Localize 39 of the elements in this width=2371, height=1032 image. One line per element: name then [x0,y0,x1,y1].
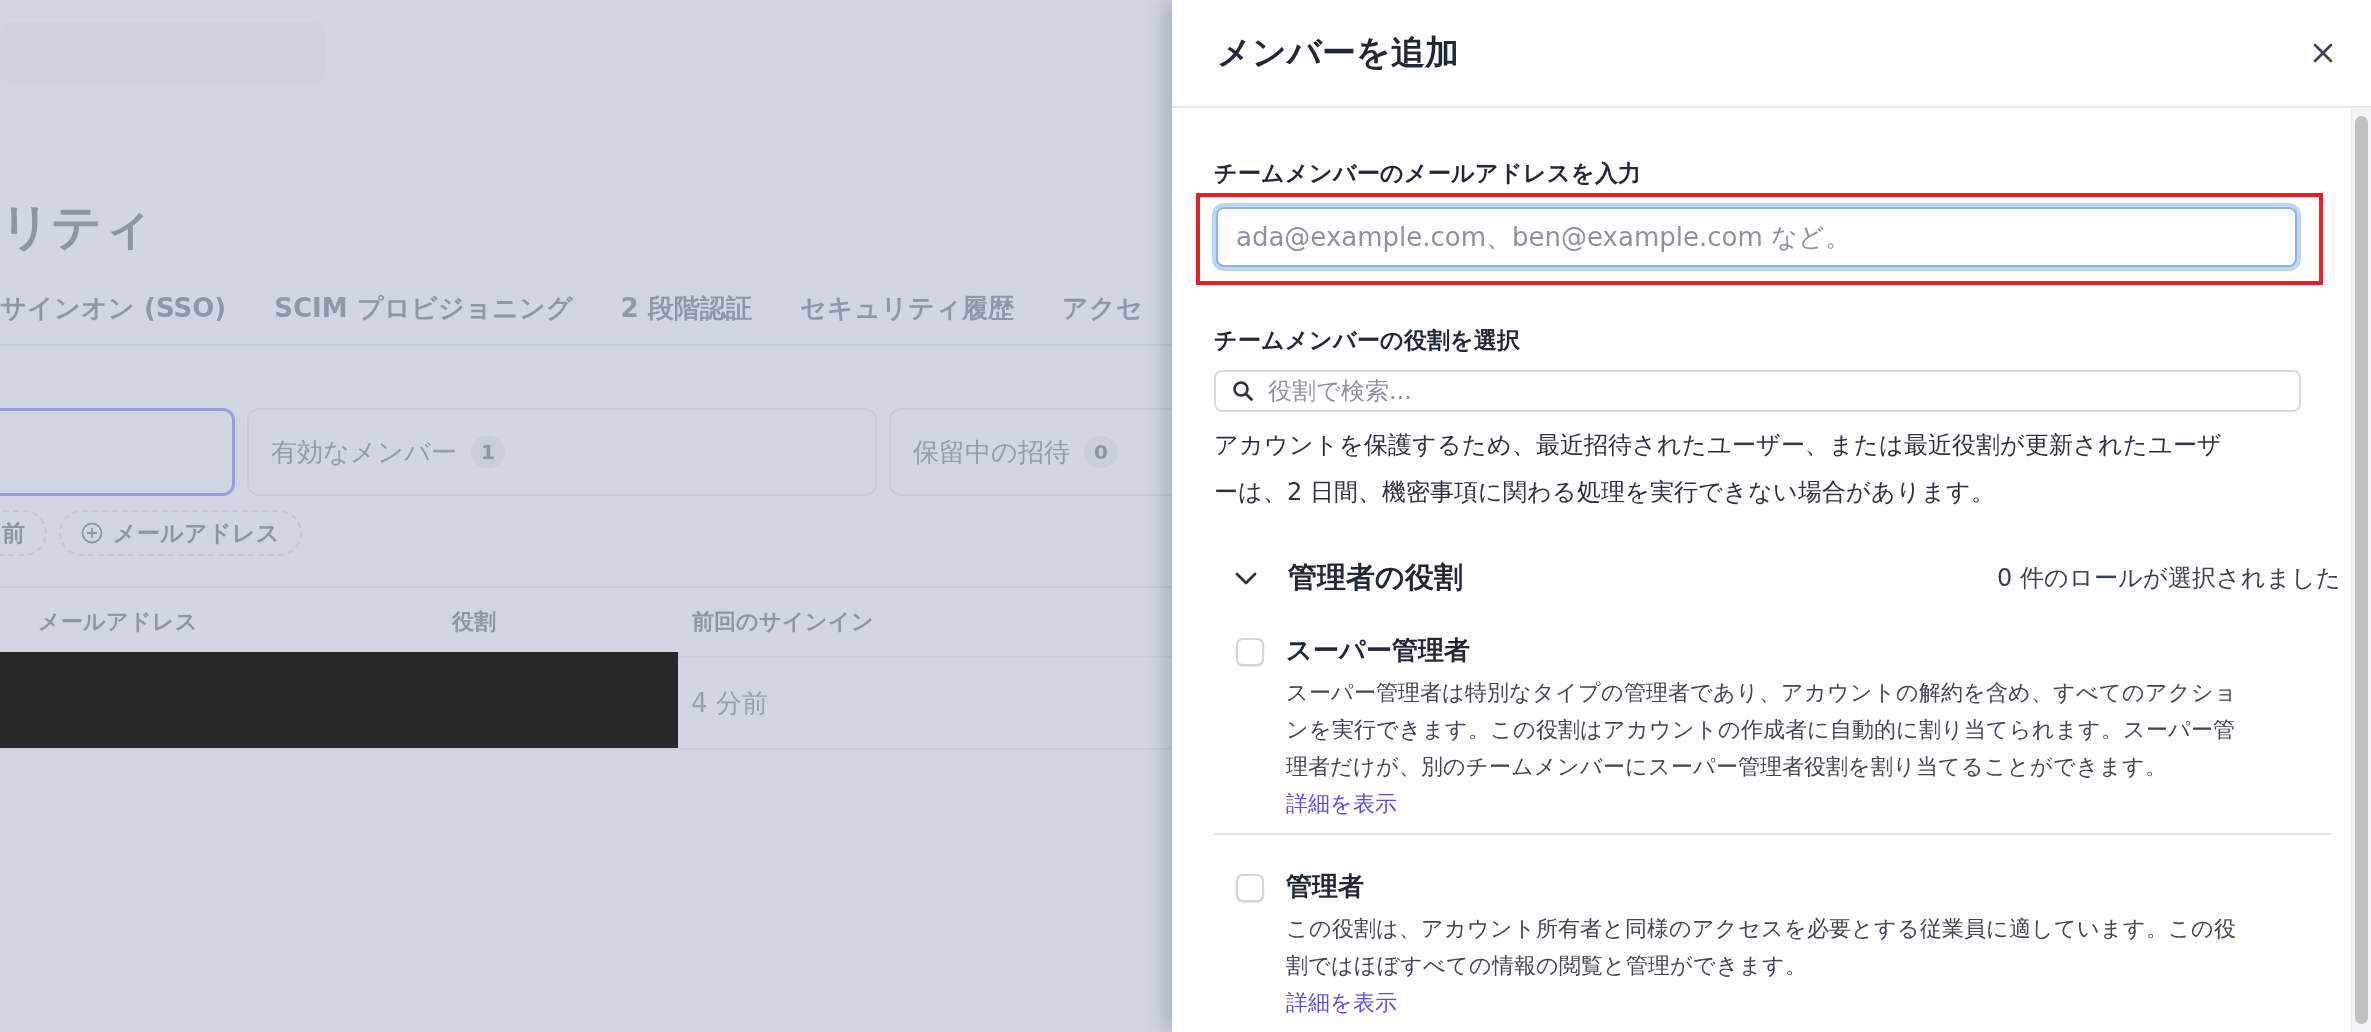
scrollbar-thumb[interactable] [2355,116,2368,1024]
count-badge: 1 [471,436,505,468]
filter-chip[interactable]: メールアドレス [59,510,302,556]
details-link[interactable]: 詳細を表示 [1286,789,1397,819]
column-header: メールアドレス [37,608,199,636]
field-label: チームメンバーの役割を選択 [1214,326,1521,355]
filter-card[interactable] [0,408,235,496]
tab[interactable]: アクセ [1061,291,1143,326]
tab[interactable]: SCIM プロビジョニング [274,291,573,326]
role-description: この役割は、アカウント所有者と同様のアクセスを必要とする従業員に適しています。この役割ではほぼすべての情報の閲覧と管理ができます。 [1286,915,2237,980]
role-checkbox[interactable] [1236,874,1264,902]
filter-chip[interactable]: 前 [0,510,47,556]
column-header: 役割 [452,608,497,636]
tab[interactable]: サインオン (SSO) [0,291,227,326]
plus-circle-icon [81,522,103,544]
role-search-field[interactable]: 役割で検索... [1214,370,2301,413]
close-icon [2311,41,2335,65]
tab[interactable]: セキュリティ履歴 [799,291,1014,326]
column-header: 前回のサインイン [692,608,875,636]
count-badge: 0 [1084,436,1118,468]
page-title: リティ [0,197,154,258]
panel-title: メンバーを追加 [1217,31,1459,74]
role-description: スーパー管理者は特別なタイプの管理者であり、アカウントの解約を含め、すべてのアクションを実行できます。この役割はアカウントの作成者に自動的に割り当てられます。スーパー管理者だけが、別のチームメンバーにスーパー管理者役割を割り当てることができます。 [1286,679,2238,781]
table-cell-text: 4 分前 [690,686,769,720]
scrollbar-track[interactable] [2351,108,2371,1032]
filter-label: 保留中の招待 [913,435,1070,469]
role-name: スーパー管理者 [1286,634,1471,667]
role-name: 管理者 [1286,870,1365,903]
filter-label: 有効なメンバー [271,435,457,469]
group-title: 管理者の役割 [1288,558,1463,596]
role-checkbox[interactable] [1236,638,1264,666]
filter-card[interactable]: 有効なメンバー 1 [247,408,877,496]
details-link[interactable]: 詳細を表示 [1286,988,1397,1018]
field-label: チームメンバーのメールアドレスを入力 [1214,159,1642,188]
notice-text: アカウントを保護するため、最近招待されたユーザー、または最近役割が更新されたユーザーは、2 日間、機密事項に関わる処理を実行できない場合があります。 [1214,430,2223,509]
tab[interactable]: 2 段階認証 [620,291,752,326]
search-icon [1232,380,1254,403]
selected-count: 0 件のロールが選択されました [1997,562,2341,594]
email-input-field[interactable]: ada@example.com、ben@example.com など。 [1216,207,2297,267]
